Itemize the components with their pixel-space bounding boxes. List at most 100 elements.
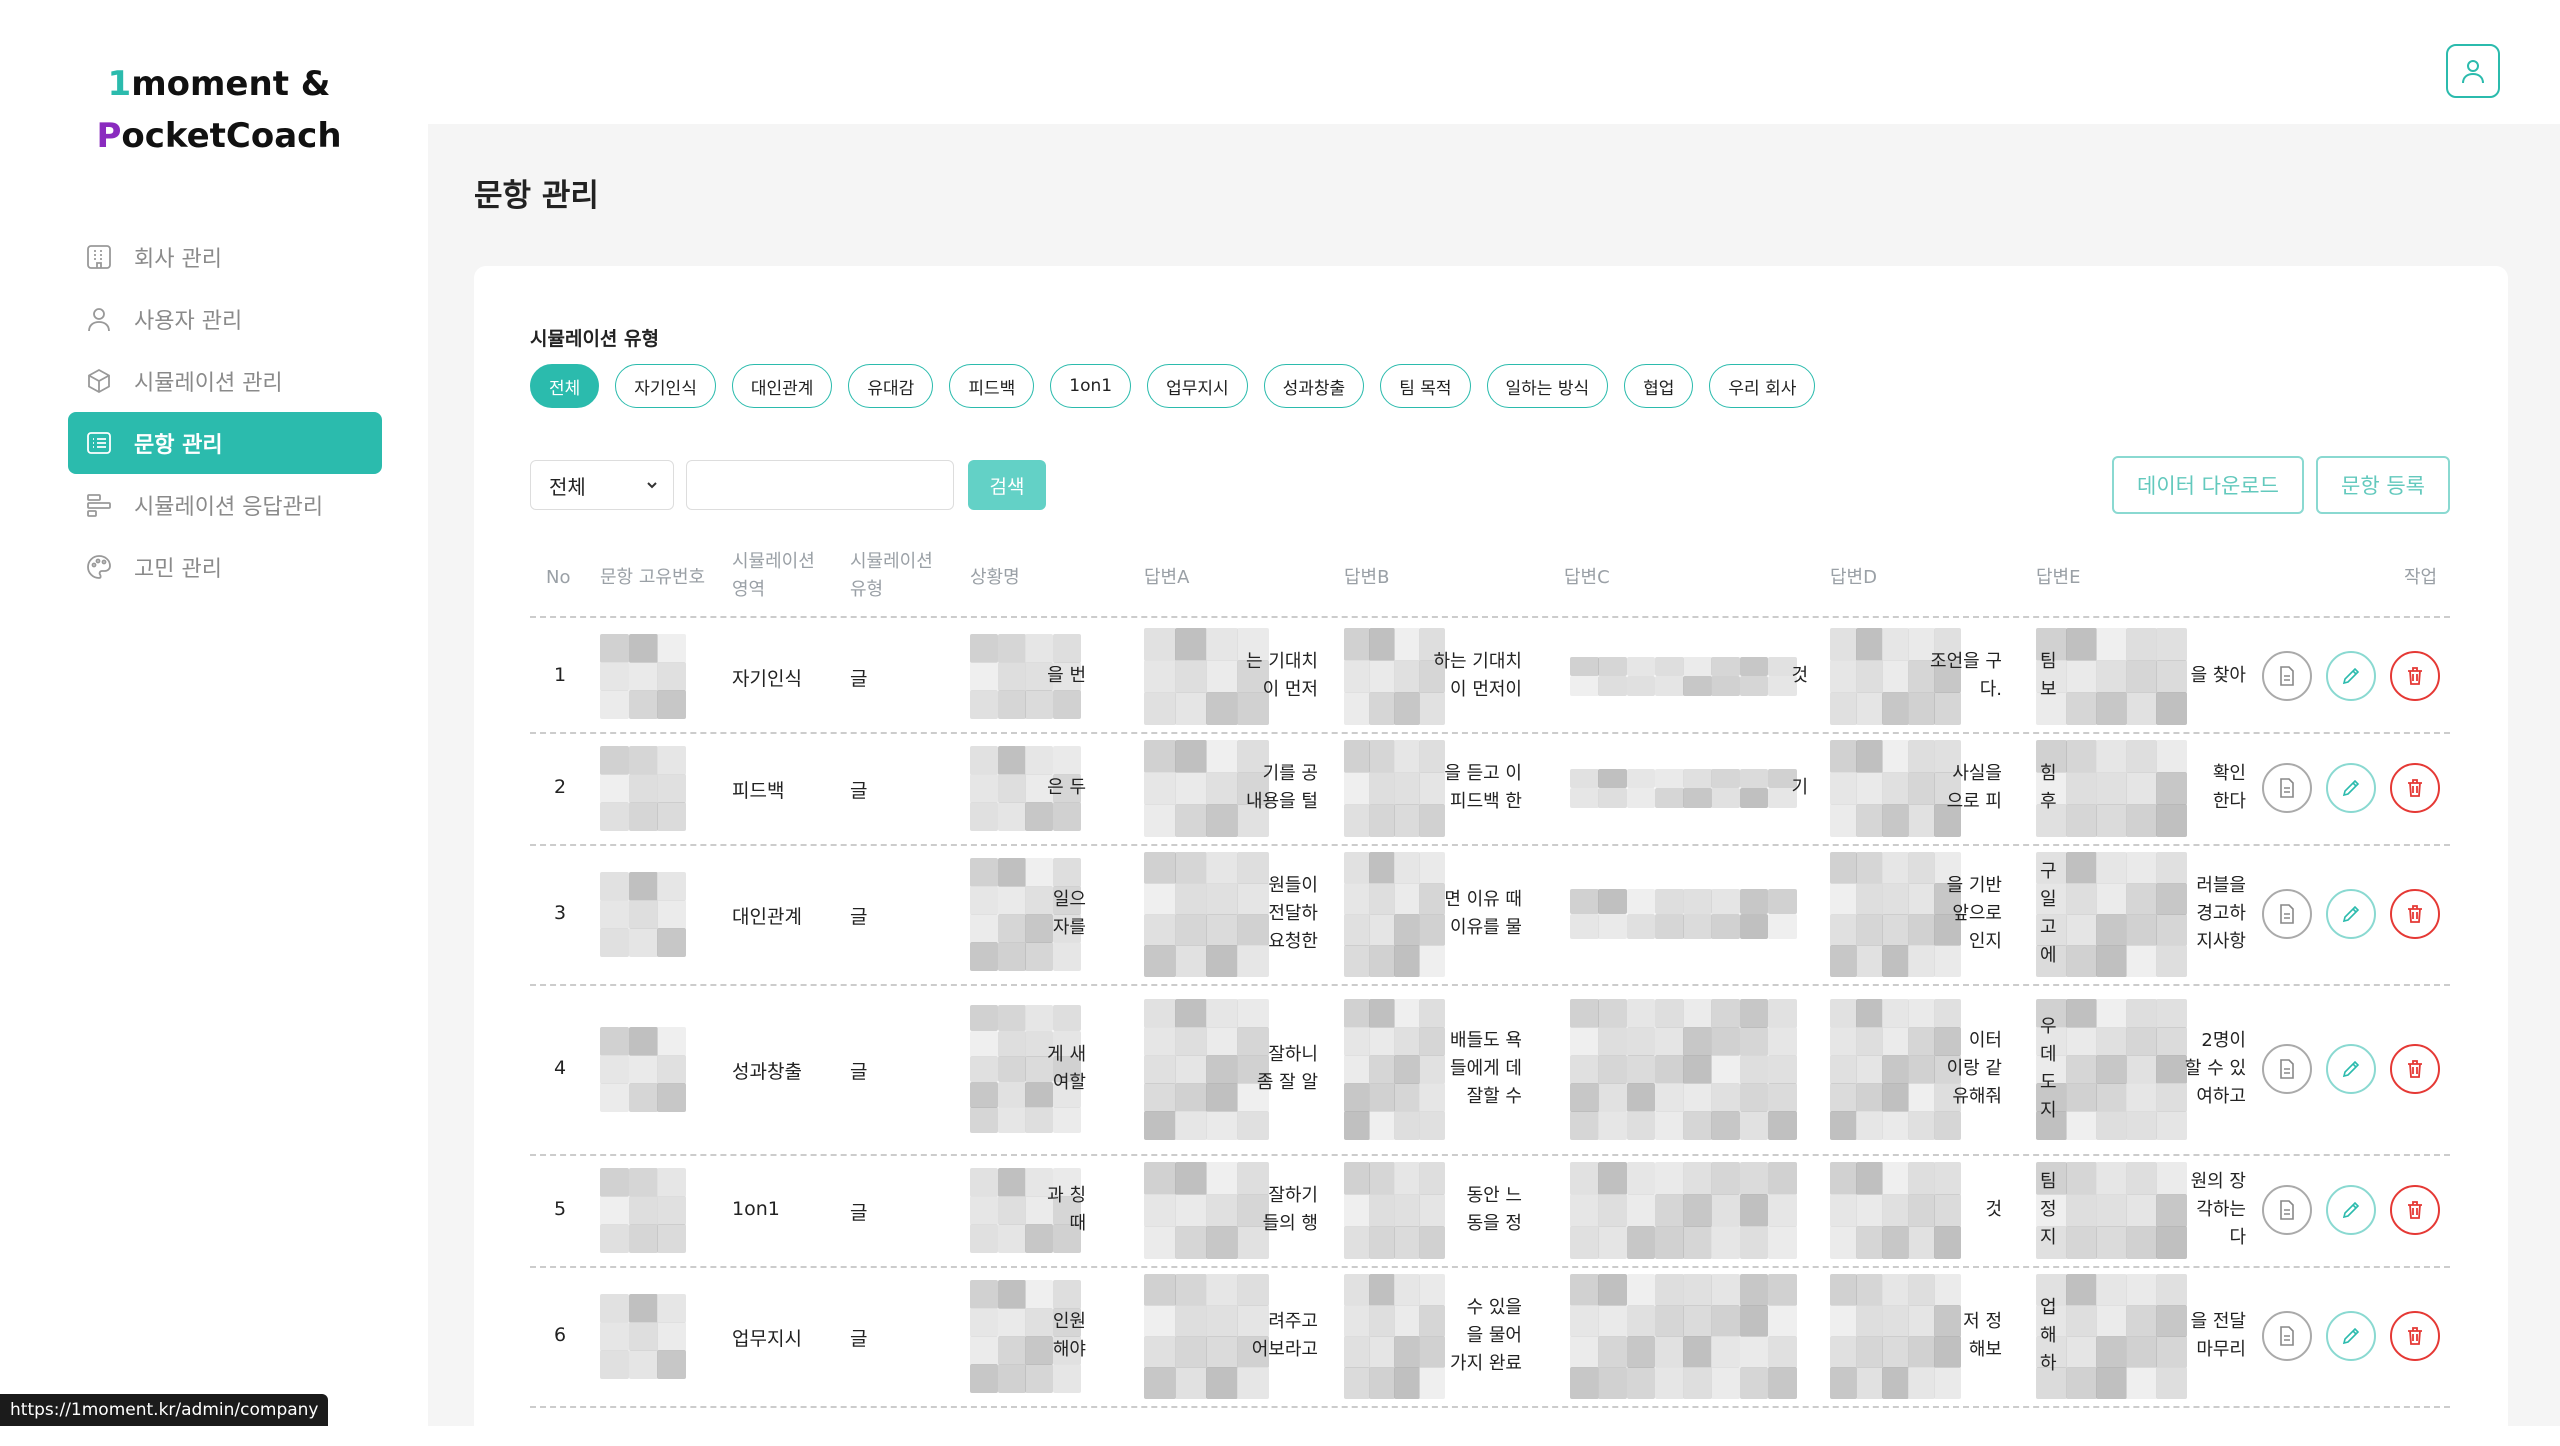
row-actions — [2262, 889, 2440, 939]
redacted-pixel — [628, 1027, 658, 1056]
redacted-pixel — [1882, 1226, 1909, 1259]
redacted-pixel — [1683, 1336, 1712, 1368]
redacted-pixel — [1369, 692, 1395, 725]
table-row[interactable]: 1 자기인식 글 을 번 는 기대치 이 먼저 하는 기대치 이 먼저이 것 조언을 구 다. 팀 보 을… — [530, 620, 2450, 734]
redacted-pixel — [1882, 1367, 1909, 1399]
answer-e-fragment: 지사항 — [2196, 931, 2246, 952]
redacted-pixel — [1237, 1367, 1269, 1399]
redacted-pixel — [1908, 692, 1935, 725]
view-button[interactable] — [2262, 1185, 2312, 1235]
redacted-pixel — [1206, 1055, 1238, 1084]
register-question-button[interactable]: 문항 등록 — [2316, 456, 2450, 514]
edit-button[interactable] — [2326, 763, 2376, 813]
table-row[interactable]: 5 1on1 글 과 칭 때 잘하기 들의 행 동안 느 동을 정 것 팀 정 지 원의 장 각하는 다 — [530, 1154, 2450, 1268]
answer-e-left-fragment: 하 — [2040, 1353, 2057, 1374]
redacted-pixel — [1144, 1274, 1176, 1306]
redacted-pixel — [1052, 1005, 1081, 1032]
app-logo[interactable]: 1moment & PocketCoach — [0, 58, 438, 162]
profile-button[interactable] — [2446, 44, 2500, 98]
filter-chip[interactable]: 업무지시 — [1147, 364, 1248, 408]
redacted-pixel — [1144, 740, 1176, 773]
redacted-pixel — [1419, 1274, 1445, 1306]
view-button[interactable] — [2262, 1044, 2312, 1094]
redacted-pixel — [997, 1056, 1026, 1083]
col-answer-c: 답변C — [1564, 567, 1610, 588]
situation-text-fragment: 때 — [1069, 1213, 1086, 1234]
table-row[interactable]: 4 성과창출 글 게 새 여할 잘하니 좀 잘 알 배들도 욕 들에게 데 잘할 수 이터 이랑 같유… — [530, 984, 2450, 1156]
redacted-pixel — [2066, 804, 2097, 837]
view-button[interactable] — [2262, 1311, 2312, 1361]
redacted-pixel — [1344, 1027, 1370, 1056]
redacted-pixel — [1419, 999, 1445, 1028]
edit-button[interactable] — [2326, 1311, 2376, 1361]
redacted-pixel — [1570, 889, 1599, 915]
sidebar-item-responses[interactable]: 시뮬레이션 응답관리 — [68, 474, 382, 536]
redacted-pixel — [1206, 1162, 1238, 1195]
filter-chip[interactable]: 성과창출 — [1263, 364, 1365, 408]
table-row[interactable]: 3 대인관계 글 일으 자를 원들이 전달하 요청한 면 이유 때 이유를 물 을 기반 앞으로 인지 구… — [530, 844, 2450, 986]
redacted-pixel — [1626, 1305, 1656, 1337]
redacted-pixel — [1654, 1027, 1684, 1056]
delete-button[interactable] — [2390, 1185, 2440, 1235]
view-button[interactable] — [2262, 651, 2312, 701]
sidebar-item-questions[interactable]: 문항 관리 — [68, 412, 382, 474]
sidebar-item-concerns[interactable]: 고민 관리 — [68, 536, 382, 598]
redacted-pixel — [1237, 999, 1269, 1028]
table-row[interactable]: 6 업무지시 글 인원 해야 려주고 어보라고 수 있을 을 물어 가지 완료 저 정 해보 업 해 하 을 … — [530, 1266, 2450, 1408]
filter-chip[interactable]: 1on1 — [1050, 364, 1132, 408]
search-button[interactable]: 검색 — [968, 460, 1046, 510]
answer-e-left-fragment: 지 — [2040, 1227, 2057, 1248]
filter-chip[interactable]: 전체 — [530, 364, 600, 408]
delete-button[interactable] — [2390, 889, 2440, 939]
filter-chip[interactable]: 자기인식 — [615, 364, 716, 408]
sidebar-item-label: 문항 관리 — [134, 433, 223, 458]
search-input[interactable] — [686, 460, 954, 510]
situation-text-fragment: 인원 — [1052, 1311, 1086, 1332]
edit-button[interactable] — [2326, 1185, 2376, 1235]
filter-chip[interactable]: 우리 회사 — [1709, 364, 1816, 408]
filter-chip[interactable]: 일하는 방식 — [1486, 364, 1609, 408]
delete-button[interactable] — [2390, 1044, 2440, 1094]
filter-chip[interactable]: 피드백 — [949, 364, 1035, 408]
redacted-pixel — [1206, 1027, 1238, 1056]
redacted-pixel — [970, 1336, 998, 1365]
edit-button[interactable] — [2326, 889, 2376, 939]
pencil-icon — [2342, 667, 2360, 685]
delete-button[interactable] — [2390, 763, 2440, 813]
filter-chip[interactable]: 협업 — [1624, 364, 1694, 408]
delete-button[interactable] — [2390, 1311, 2440, 1361]
pencil-icon — [2342, 1201, 2360, 1219]
sidebar-item-company[interactable]: 회사 관리 — [68, 226, 382, 288]
redacted-pixel — [1856, 1226, 1883, 1259]
answer-e-left-fragment: 후 — [2040, 791, 2057, 812]
filter-chip[interactable]: 팀 목적 — [1380, 364, 1471, 408]
redacted-pixel — [2156, 628, 2187, 661]
table-row[interactable]: 2 피드백 글 은 두 기를 공 내용을 털 을 듣고 이 피드백 한 기 사실을 으로 피 힘 후 확인… — [530, 732, 2450, 846]
redacted-pixel — [1344, 1305, 1370, 1337]
redacted-pixel — [2126, 804, 2157, 837]
redacted-pixel — [1767, 1305, 1797, 1337]
redacted-pixel — [1856, 999, 1883, 1028]
download-button[interactable]: 데이터 다운로드 — [2112, 456, 2304, 514]
filter-chip[interactable]: 유대감 — [848, 364, 934, 408]
sidebar-item-simulation[interactable]: 시뮬레이션 관리 — [68, 350, 382, 412]
search-category-select[interactable]: 전체 — [530, 460, 674, 510]
redacted-pixel — [2096, 1111, 2127, 1140]
redacted-pixel — [1882, 1055, 1909, 1084]
redacted-pixel — [1175, 945, 1207, 977]
edit-button[interactable] — [2326, 651, 2376, 701]
answer-e-left-fragment: 도 — [2040, 1072, 2057, 1093]
sidebar-item-users[interactable]: 사용자 관리 — [68, 288, 382, 350]
redacted-pixel — [1570, 1027, 1599, 1056]
edit-button[interactable] — [2326, 1044, 2376, 1094]
filter-chip[interactable]: 대인관계 — [731, 364, 833, 408]
redacted-pixel — [1206, 1111, 1238, 1140]
delete-button[interactable] — [2390, 651, 2440, 701]
document-icon — [2280, 904, 2294, 924]
view-button[interactable] — [2262, 889, 2312, 939]
answer-e-left-fragment: 힘 — [2040, 763, 2057, 784]
view-button[interactable] — [2262, 763, 2312, 813]
col-answer-d: 답변D — [1830, 567, 1877, 588]
redacted-pixel — [1206, 772, 1238, 805]
redacted-pixel — [2126, 1055, 2157, 1084]
